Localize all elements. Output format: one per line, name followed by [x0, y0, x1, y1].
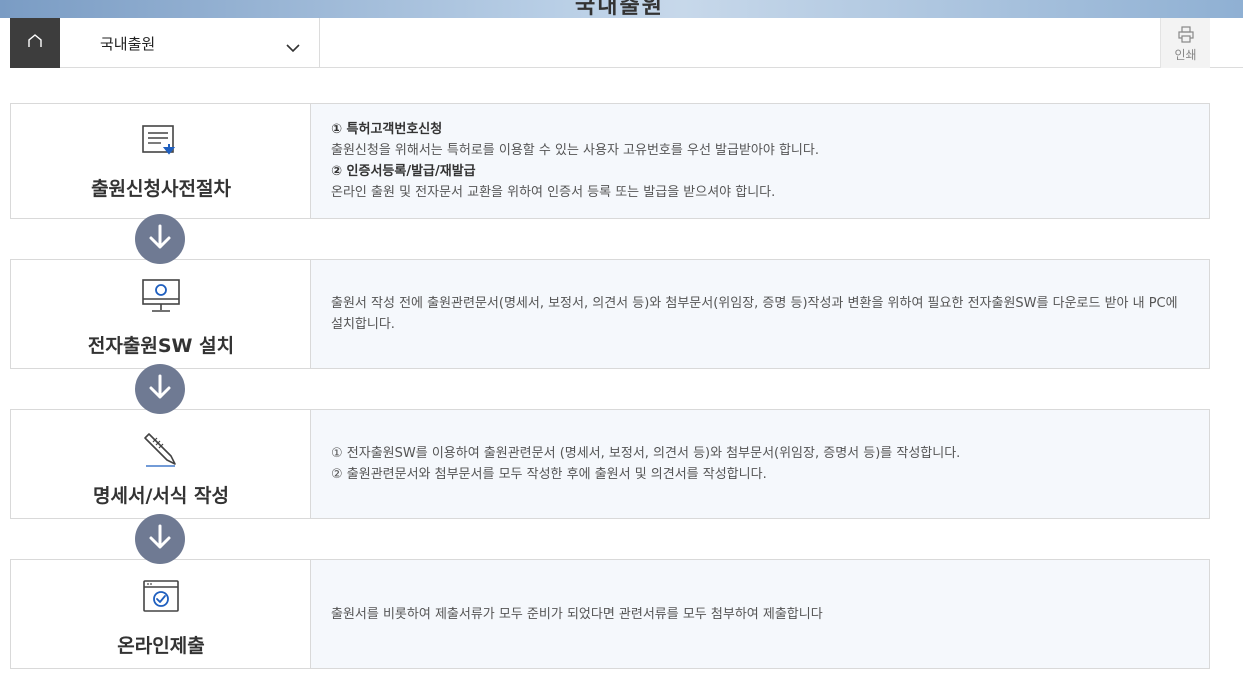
arrow-down-icon [147, 223, 173, 255]
desc-line: 출원서를 비롯하여 제출서류가 모두 준비가 되었다면 관련서류를 모두 첨부하… [331, 606, 823, 622]
monitor-icon [141, 278, 181, 320]
home-button[interactable] [10, 18, 60, 68]
page-title: 국내출원 [575, 0, 664, 18]
desc-line: ② 출원관련문서와 첨부문서를 모두 작성한 후에 출원서 및 의견서를 작성합… [331, 467, 767, 482]
document-download-icon [141, 124, 181, 162]
arrow-down-icon [147, 523, 173, 555]
step-title-cell: 출원신청사전절차 [11, 104, 311, 218]
print-button[interactable]: 인쇄 [1160, 18, 1210, 68]
desc-line: 출원서 작성 전에 출원관련문서(명세서, 보정서, 의견서 등)와 첨부문서(… [331, 296, 1178, 332]
printer-icon [1176, 25, 1196, 48]
arrow-down-icon [147, 373, 173, 405]
step-title: 온라인제출 [117, 635, 205, 657]
nav-bar: 국내출원 인쇄 [10, 18, 1243, 68]
step-title: 출원신청사전절차 [91, 178, 231, 200]
step-description: ① 특허고객번호신청 출원신청을 위해서는 특허로를 이용할 수 있는 사용자 … [311, 104, 1209, 218]
desc-line: ② 인증서등록/발급/재발급 [331, 164, 476, 179]
category-dropdown[interactable]: 국내출원 [60, 18, 320, 68]
step-arrow [135, 364, 185, 414]
desc-line: 온라인 출원 및 전자문서 교환을 위하여 인증서 등록 또는 발급을 받으셔야… [331, 185, 776, 200]
dropdown-value: 국내출원 [100, 35, 156, 53]
step-description: 출원서를 비롯하여 제출서류가 모두 준비가 되었다면 관련서류를 모두 첨부하… [311, 560, 1209, 668]
desc-line: ① 전자출원SW를 이용하여 출원관련문서 (명세서, 보정서, 의견서 등)와… [331, 446, 961, 461]
step-description: ① 전자출원SW를 이용하여 출원관련문서 (명세서, 보정서, 의견서 등)와… [311, 410, 1209, 518]
browser-check-icon [141, 578, 181, 618]
step-title: 명세서/서식 작성 [93, 485, 229, 507]
step-sw-install: 전자출원SW 설치 출원서 작성 전에 출원관련문서(명세서, 보정서, 의견서… [10, 259, 1210, 369]
step-title-cell: 전자출원SW 설치 [11, 260, 311, 368]
home-icon [26, 33, 44, 53]
step-title: 전자출원SW 설치 [87, 335, 235, 357]
desc-line: ① 특허고객번호신청 [331, 122, 443, 137]
step-arrow [135, 514, 185, 564]
chevron-down-icon [286, 38, 300, 57]
print-label: 인쇄 [1174, 47, 1197, 62]
step-spec-writing: 명세서/서식 작성 ① 전자출원SW를 이용하여 출원관련문서 (명세서, 보정… [10, 409, 1210, 519]
step-arrow [135, 214, 185, 264]
step-description: 출원서 작성 전에 출원관련문서(명세서, 보정서, 의견서 등)와 첨부문서(… [311, 260, 1209, 368]
pencil-icon [141, 428, 181, 472]
step-title-cell: 명세서/서식 작성 [11, 410, 311, 518]
step-online-submit: 온라인제출 출원서를 비롯하여 제출서류가 모두 준비가 되었다면 관련서류를 … [10, 559, 1210, 669]
step-pre-procedure: 출원신청사전절차 ① 특허고객번호신청 출원신청을 위해서는 특허로를 이용할 … [10, 103, 1210, 219]
top-banner: 국내출원 [0, 0, 1243, 18]
desc-line: 출원신청을 위해서는 특허로를 이용할 수 있는 사용자 고유번호를 우선 발급… [331, 143, 819, 158]
step-title-cell: 온라인제출 [11, 560, 311, 668]
